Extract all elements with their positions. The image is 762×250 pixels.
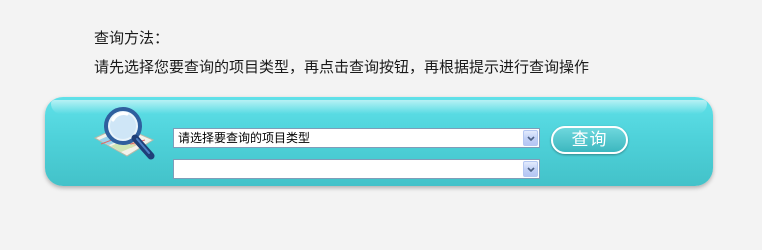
project-type-select-value: 请选择要查询的项目类型 (178, 131, 311, 145)
magnifier-map-icon (93, 107, 155, 160)
search-panel: 请选择要查询的项目类型 查询 (45, 97, 713, 186)
dropdown-arrow-button[interactable] (523, 130, 538, 146)
project-type-select[interactable]: 请选择要查询的项目类型 (173, 128, 540, 148)
instructions-text: 请先选择您要查询的项目类型，再点击查询按钮，再根据提示进行查询操作 (94, 58, 590, 76)
query-button[interactable]: 查询 (551, 126, 628, 154)
chevron-down-icon (527, 167, 535, 172)
sub-project-select[interactable] (173, 159, 540, 179)
instructions-heading: 查询方法： (94, 29, 170, 47)
chevron-down-icon (527, 136, 535, 141)
dropdown-arrow-button[interactable] (523, 161, 538, 177)
instructions: 查询方法： 请先选择您要查询的项目类型，再点击查询按钮，再根据提示进行查询操作 (94, 24, 589, 82)
